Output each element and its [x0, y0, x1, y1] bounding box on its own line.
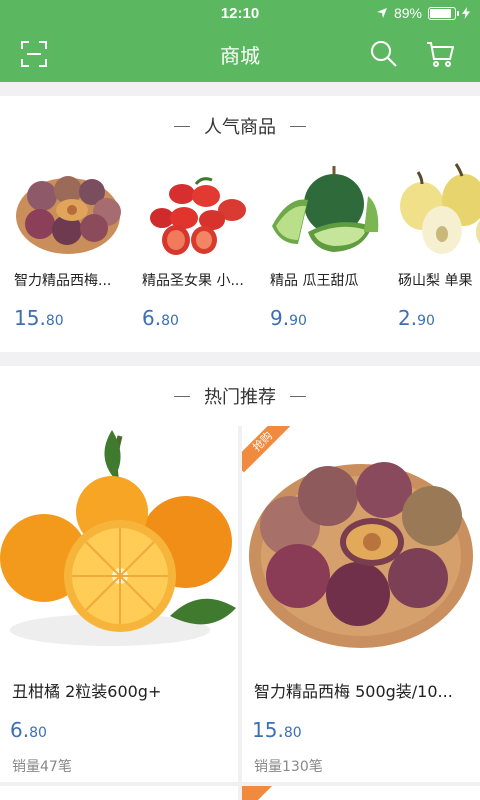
popular-item-melon[interactable]: 精品 瓜王甜瓜 9.90: [268, 156, 396, 352]
location-arrow-icon: [376, 8, 387, 18]
navbar: 商城: [0, 26, 480, 82]
tag-corner-icon: [242, 786, 272, 800]
product-name: 砀山梨 单果: [398, 273, 473, 289]
hot-item-plum[interactable]: 抢购 智力精品西梅 500g装/10... 15.80 销量130笔: [242, 426, 480, 782]
status-right: 89%: [376, 0, 470, 26]
plum-image: [16, 176, 121, 254]
hot-item-peek-right[interactable]: [242, 786, 480, 800]
hot-title: 热门推荐: [204, 387, 276, 408]
battery-icon: [428, 6, 459, 20]
product-price: 9.90: [270, 306, 307, 330]
charging-icon: [462, 7, 470, 19]
popular-title: 人气商品: [204, 117, 276, 138]
cart-icon[interactable]: [426, 40, 454, 68]
product-price: 6.80: [10, 718, 47, 742]
product-price: 2.90: [398, 306, 435, 330]
pear-image: [400, 163, 480, 254]
search-icon[interactable]: [370, 40, 398, 68]
flash-sale-tag: 抢购: [242, 426, 290, 474]
hot-header: 热门推荐: [0, 366, 480, 426]
product-name: 丑柑橘 2粒装600g+: [12, 682, 162, 701]
product-price: 15.80: [252, 718, 302, 742]
product-price: 6.80: [142, 306, 179, 330]
popular-header: 人气商品: [0, 96, 480, 156]
tomato-image: [150, 177, 246, 255]
status-time: 12:10: [220, 4, 260, 22]
product-name: 精品圣女果 小...: [142, 273, 244, 289]
page-title: 商城: [220, 43, 260, 68]
product-name: 智力精品西梅 500g装/10...: [254, 682, 453, 701]
popular-item-tomato[interactable]: 精品圣女果 小... 6.80: [140, 156, 268, 352]
battery-percent: 89%: [393, 5, 422, 21]
hot-grid: 丑柑橘 2粒装600g+ 6.80 销量47笔 抢购 智力精品西梅 500g装/…: [0, 426, 480, 782]
sales-count: 销量47笔: [12, 759, 72, 775]
hot-section: 热门推荐: [0, 366, 480, 426]
product-name: 精品 瓜王甜瓜: [270, 273, 359, 289]
sales-count: 销量130笔: [254, 759, 323, 775]
popular-list: 智力精品西梅... 15.80 精品圣女果 小... 6.80 精品 瓜王甜瓜 …: [0, 156, 480, 352]
hot-item-peek-left[interactable]: [0, 786, 238, 800]
status-bar: 12:10 89%: [0, 0, 480, 26]
popular-item-pear[interactable]: 砀山梨 单果 2.90: [396, 156, 480, 352]
next-row-peek: [0, 786, 480, 800]
hot-item-tangerine[interactable]: 丑柑橘 2粒装600g+ 6.80 销量47笔: [0, 426, 238, 782]
melon-image: [272, 166, 379, 252]
product-price: 15.80: [14, 306, 64, 330]
product-name: 智力精品西梅...: [14, 273, 112, 289]
tangerine-image: [0, 426, 238, 662]
popular-item-plum[interactable]: 智力精品西梅... 15.80: [12, 156, 140, 352]
popular-section: 人气商品 智力精品西梅... 15.80 精品圣女果 小... 6.80 精品 …: [0, 96, 480, 352]
